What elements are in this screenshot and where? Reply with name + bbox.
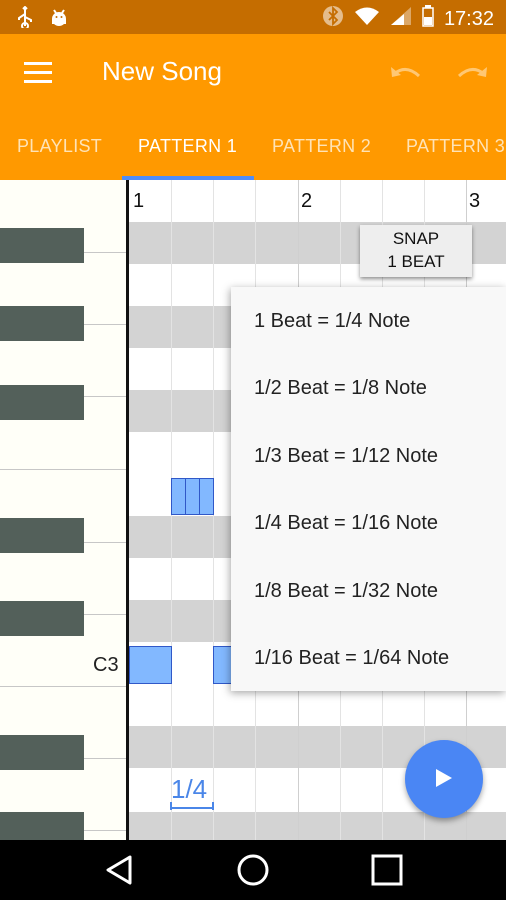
note-block[interactable] [171, 478, 186, 515]
clock: 17:32 [443, 7, 494, 30]
snap-option-1-beat[interactable]: 1 Beat = 1/4 Note [254, 310, 410, 333]
play-button[interactable] [405, 740, 483, 818]
usb-icon [16, 5, 34, 33]
black-key[interactable] [0, 385, 84, 420]
bar-number-3: 3 [469, 190, 481, 212]
bar-number-1: 1 [133, 190, 145, 212]
zoom-underline [170, 807, 214, 809]
zoom-tick [212, 802, 214, 810]
key-divider [84, 396, 126, 397]
status-bar: 17:32 [0, 0, 506, 34]
zoom-label[interactable]: 1/4 [171, 774, 207, 805]
menu-icon[interactable] [24, 62, 54, 84]
black-key[interactable] [0, 306, 84, 341]
key-label-c3: C3 [93, 654, 119, 676]
undo-icon[interactable] [388, 60, 424, 90]
recents-icon[interactable] [369, 852, 405, 888]
home-icon[interactable] [235, 852, 271, 888]
tab-pattern-2[interactable]: PATTERN 2 [272, 136, 371, 157]
snap-option-sixteenth-beat[interactable]: 1/16 Beat = 1/64 Note [254, 647, 449, 670]
tab-pattern-3[interactable]: PATTERN 3 [406, 136, 505, 157]
black-key[interactable] [0, 228, 84, 263]
snap-button-label: SNAP [392, 229, 440, 248]
tab-pattern-1[interactable]: PATTERN 1 [138, 136, 237, 157]
note-block[interactable] [129, 646, 172, 684]
snap-menu: 1 Beat = 1/4 Note 1/2 Beat = 1/8 Note 1/… [231, 287, 506, 691]
signal-icon [390, 6, 412, 32]
key-divider [0, 686, 126, 687]
key-divider [84, 758, 126, 759]
black-key[interactable] [0, 601, 84, 636]
bar-number-2: 2 [301, 190, 313, 212]
tab-bar: PLAYLIST PATTERN 1 PATTERN 2 PATTERN 3 [0, 116, 506, 180]
play-icon [436, 769, 452, 787]
black-key[interactable] [0, 812, 84, 840]
snap-option-half-beat[interactable]: 1/2 Beat = 1/8 Note [254, 377, 427, 400]
key-divider [84, 614, 126, 615]
piano-keyboard[interactable]: C3 [0, 180, 126, 840]
key-divider [0, 469, 126, 470]
wifi-icon [354, 6, 380, 32]
pattern-editor[interactable]: C3 1 2 3 1/4 SNAP 1 BEAT 1 Beat = 1/4 No… [0, 180, 506, 840]
black-key[interactable] [0, 518, 84, 553]
snap-option-third-beat[interactable]: 1/3 Beat = 1/12 Note [254, 445, 438, 468]
key-divider [84, 324, 126, 325]
battery-icon [422, 5, 434, 33]
snap-button-value: 1 BEAT [387, 252, 445, 271]
tab-playlist[interactable]: PLAYLIST [17, 136, 102, 157]
black-key[interactable] [0, 735, 84, 770]
key-divider [84, 542, 126, 543]
bluetooth-icon [322, 5, 344, 33]
key-divider [84, 830, 126, 831]
snap-option-eighth-beat[interactable]: 1/8 Beat = 1/32 Note [254, 580, 438, 603]
note-block[interactable] [185, 478, 200, 515]
snap-button[interactable]: SNAP 1 BEAT [360, 225, 472, 277]
redo-icon[interactable] [454, 60, 490, 90]
app-bar: New Song [0, 34, 506, 116]
page-title: New Song [102, 56, 222, 86]
note-block[interactable] [199, 478, 214, 515]
navigation-bar [0, 840, 506, 900]
snap-option-quarter-beat[interactable]: 1/4 Beat = 1/16 Note [254, 512, 438, 535]
back-icon[interactable] [102, 852, 138, 888]
zoom-tick [170, 802, 172, 810]
android-debug-icon [48, 6, 70, 33]
key-divider [84, 252, 126, 253]
